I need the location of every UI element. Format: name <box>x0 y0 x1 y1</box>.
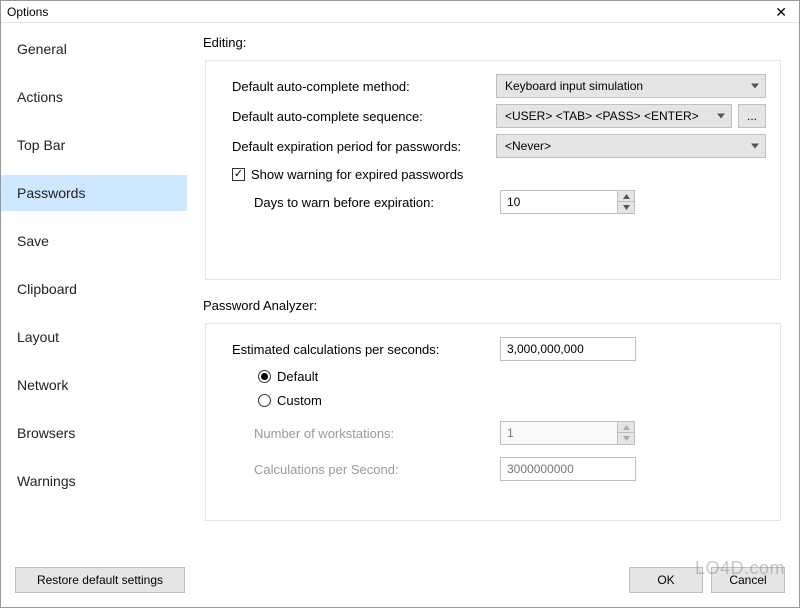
est-calcs-label: Estimated calculations per seconds: <box>220 342 500 357</box>
sidebar-item-label: Actions <box>17 89 63 105</box>
options-window: Options ✕ General Actions Top Bar Passwo… <box>0 0 800 608</box>
est-calcs-input[interactable] <box>500 337 636 361</box>
window-body: General Actions Top Bar Passwords Save C… <box>1 23 799 563</box>
show-warning-label: Show warning for expired passwords <box>251 167 463 182</box>
sidebar-item-label: Passwords <box>17 185 85 201</box>
sidebar-item-label: General <box>17 41 67 57</box>
sidebar-item-network[interactable]: Network <box>1 367 187 403</box>
spinner-up-icon[interactable] <box>618 191 634 202</box>
spinner-up-icon <box>618 422 634 433</box>
sidebar-item-save[interactable]: Save <box>1 223 187 259</box>
editing-group: Editing: Default auto-complete method: K… <box>205 35 781 280</box>
radio-default <box>258 370 271 383</box>
radio-default-label: Default <box>277 369 318 384</box>
close-icon[interactable]: ✕ <box>769 5 793 19</box>
sidebar-item-clipboard[interactable]: Clipboard <box>1 271 187 307</box>
sidebar: General Actions Top Bar Passwords Save C… <box>1 23 187 563</box>
sidebar-item-top-bar[interactable]: Top Bar <box>1 127 187 163</box>
editing-box: Default auto-complete method: Keyboard i… <box>205 60 781 280</box>
editing-title: Editing: <box>203 35 781 50</box>
sidebar-item-label: Network <box>17 377 68 393</box>
sidebar-item-browsers[interactable]: Browsers <box>1 415 187 451</box>
expiration-period-combo[interactable]: <Never> <box>496 134 766 158</box>
sequence-more-button[interactable]: ... <box>738 104 766 128</box>
analyzer-group: Password Analyzer: Estimated calculation… <box>205 298 781 521</box>
calcs-per-second-input <box>500 457 636 481</box>
titlebar: Options ✕ <box>1 1 799 23</box>
sidebar-item-label: Save <box>17 233 49 249</box>
autocomplete-sequence-label: Default auto-complete sequence: <box>220 109 496 124</box>
sidebar-item-actions[interactable]: Actions <box>1 79 187 115</box>
autocomplete-method-combo[interactable]: Keyboard input simulation <box>496 74 766 98</box>
footer: Restore default settings OK Cancel <box>1 563 799 607</box>
window-title: Options <box>7 5 48 19</box>
calcs-per-second-label: Calculations per Second: <box>220 462 500 477</box>
autocomplete-method-label: Default auto-complete method: <box>220 79 496 94</box>
cancel-button[interactable]: Cancel <box>711 567 785 593</box>
spinner-down-icon <box>618 433 634 444</box>
workstations-label: Number of workstations: <box>220 426 500 441</box>
sidebar-item-label: Browsers <box>17 425 75 441</box>
workstations-spinner <box>500 421 635 445</box>
sidebar-item-label: Warnings <box>17 473 76 489</box>
radio-custom-label: Custom <box>277 393 322 408</box>
sidebar-item-warnings[interactable]: Warnings <box>1 463 187 499</box>
days-to-warn-spinner[interactable] <box>500 190 635 214</box>
days-to-warn-input[interactable] <box>500 190 618 214</box>
radio-custom <box>258 394 271 407</box>
spinner-down-icon[interactable] <box>618 202 634 213</box>
sidebar-item-general[interactable]: General <box>1 31 187 67</box>
sidebar-item-label: Top Bar <box>17 137 65 153</box>
expiration-period-label: Default expiration period for passwords: <box>220 139 496 154</box>
ok-button[interactable]: OK <box>629 567 703 593</box>
radio-default-row[interactable]: Default <box>220 364 766 388</box>
sidebar-item-passwords[interactable]: Passwords <box>1 175 187 211</box>
analyzer-title: Password Analyzer: <box>203 298 781 313</box>
sidebar-item-layout[interactable]: Layout <box>1 319 187 355</box>
analyzer-box: Estimated calculations per seconds: Defa… <box>205 323 781 521</box>
main-panel: Editing: Default auto-complete method: K… <box>187 23 799 563</box>
sidebar-item-label: Clipboard <box>17 281 77 297</box>
workstations-input <box>500 421 618 445</box>
days-to-warn-label: Days to warn before expiration: <box>220 195 500 210</box>
radio-custom-row[interactable]: Custom <box>220 388 766 412</box>
sidebar-item-label: Layout <box>17 329 59 345</box>
restore-defaults-button[interactable]: Restore default settings <box>15 567 185 593</box>
autocomplete-sequence-combo[interactable]: <USER> <TAB> <PASS> <ENTER> <box>496 104 732 128</box>
check-icon: ✓ <box>232 168 245 181</box>
show-warning-checkbox-row[interactable]: ✓ Show warning for expired passwords <box>220 161 766 187</box>
